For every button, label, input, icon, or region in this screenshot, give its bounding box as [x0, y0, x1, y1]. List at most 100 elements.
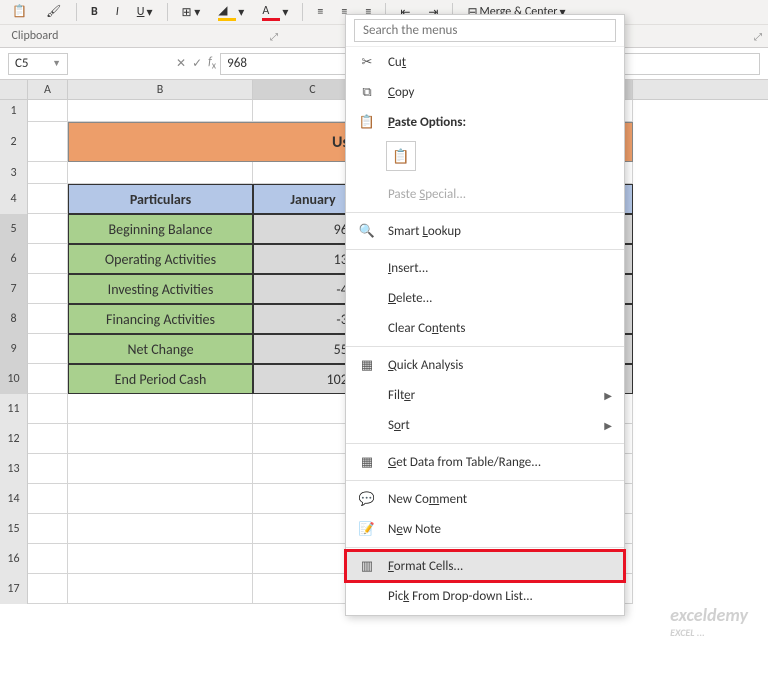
row-label[interactable]: Financing Activities: [68, 304, 253, 334]
blank-icon: [358, 386, 376, 404]
row-header[interactable]: 12: [0, 424, 28, 454]
format-painter-button[interactable]: 🖌: [42, 2, 66, 22]
cell[interactable]: [68, 394, 253, 424]
menu-label: New Comment: [388, 492, 612, 507]
fill-color-button[interactable]: ◢ ▾: [214, 1, 248, 23]
cell[interactable]: [68, 424, 253, 454]
row-header[interactable]: 8: [0, 304, 28, 334]
row-label[interactable]: Beginning Balance: [68, 214, 253, 244]
row-header[interactable]: 2: [0, 122, 28, 162]
italic-button[interactable]: I: [112, 3, 123, 21]
bucket-icon: ◢: [218, 3, 236, 21]
menu-separator: [346, 249, 624, 250]
cell[interactable]: [28, 162, 68, 184]
cell[interactable]: [28, 244, 68, 274]
menu-new-comment[interactable]: 💬 New Comment: [346, 484, 624, 514]
menu-cut[interactable]: ✂ Cut: [346, 47, 624, 77]
clipboard-launcher[interactable]: ⤢: [264, 30, 284, 43]
font-launcher[interactable]: ⤢: [748, 30, 768, 43]
select-all-corner[interactable]: [0, 80, 28, 100]
row-header[interactable]: 3: [0, 162, 28, 184]
row-header[interactable]: 13: [0, 454, 28, 484]
row-header[interactable]: 14: [0, 484, 28, 514]
cell[interactable]: [28, 122, 68, 162]
cell[interactable]: [28, 424, 68, 454]
cell[interactable]: [28, 184, 68, 214]
chevron-down-icon[interactable]: ▼: [52, 58, 61, 69]
cell[interactable]: [28, 484, 68, 514]
row-label[interactable]: Operating Activities: [68, 244, 253, 274]
quick-analysis-icon: ▦: [358, 356, 376, 374]
cell[interactable]: [28, 514, 68, 544]
menu-copy[interactable]: ⧉ Copy: [346, 77, 624, 107]
paste-button[interactable]: 📋: [8, 2, 32, 22]
menu-label: Smart Lookup: [388, 224, 612, 239]
row-header[interactable]: 1: [0, 100, 28, 122]
menu-label: Insert...: [388, 261, 612, 276]
header-particulars[interactable]: Particulars: [68, 184, 253, 214]
name-box[interactable]: C5 ▼: [8, 53, 68, 75]
cell[interactable]: [28, 544, 68, 574]
row-label[interactable]: End Period Cash: [68, 364, 253, 394]
align-top-button[interactable]: ≡: [313, 3, 327, 21]
cell[interactable]: [28, 454, 68, 484]
cell[interactable]: [28, 304, 68, 334]
menu-separator: [346, 443, 624, 444]
row-header[interactable]: 9: [0, 334, 28, 364]
cell[interactable]: [68, 454, 253, 484]
cell[interactable]: [68, 484, 253, 514]
menu-format-cells[interactable]: ▥ Format Cells...: [346, 551, 624, 581]
row-header[interactable]: 4: [0, 184, 28, 214]
cell[interactable]: [28, 394, 68, 424]
cell[interactable]: [68, 514, 253, 544]
col-header-B[interactable]: B: [68, 80, 253, 99]
chevron-right-icon: ▶: [604, 419, 612, 432]
menu-quick-analysis[interactable]: ▦ Quick Analysis: [346, 350, 624, 380]
menu-delete[interactable]: Delete...: [346, 283, 624, 313]
cell[interactable]: [68, 574, 253, 604]
menu-new-note[interactable]: 📝 New Note: [346, 514, 624, 544]
table-icon: ▦: [358, 453, 376, 471]
row-header[interactable]: 5: [0, 214, 28, 244]
menu-smart-lookup[interactable]: 🔍 Smart Lookup: [346, 216, 624, 246]
menu-clear-contents[interactable]: Clear Contents: [346, 313, 624, 343]
enter-formula-button[interactable]: ✓: [192, 56, 202, 71]
cell[interactable]: [68, 544, 253, 574]
cell[interactable]: [28, 214, 68, 244]
cell[interactable]: [68, 100, 253, 122]
bold-button[interactable]: B: [87, 3, 102, 21]
row-header[interactable]: 15: [0, 514, 28, 544]
separator: [76, 3, 77, 21]
row-label[interactable]: Net Change: [68, 334, 253, 364]
cell[interactable]: [28, 364, 68, 394]
fx-button[interactable]: fx: [208, 55, 216, 71]
cell[interactable]: [68, 162, 253, 184]
row-header[interactable]: 17: [0, 574, 28, 604]
cancel-formula-button[interactable]: ✕: [176, 56, 186, 71]
menu-filter[interactable]: Filter ▶: [346, 380, 624, 410]
row-label[interactable]: Investing Activities: [68, 274, 253, 304]
row-header[interactable]: 11: [0, 394, 28, 424]
cell[interactable]: [28, 574, 68, 604]
cell[interactable]: [28, 334, 68, 364]
cell[interactable]: [28, 100, 68, 122]
font-color-button[interactable]: A ▾: [258, 2, 292, 23]
menu-label: Get Data from Table/Range...: [388, 455, 612, 470]
menu-get-data[interactable]: ▦ Get Data from Table/Range...: [346, 447, 624, 477]
col-header-A[interactable]: A: [28, 80, 68, 99]
borders-button[interactable]: ⊞ ▾: [178, 3, 205, 22]
cell[interactable]: [28, 274, 68, 304]
row-header[interactable]: 6: [0, 244, 28, 274]
paste-option-button[interactable]: 📋: [386, 141, 416, 171]
note-icon: 📝: [358, 520, 376, 538]
row-header[interactable]: 7: [0, 274, 28, 304]
menu-pick-from-list[interactable]: Pick From Drop-down List...: [346, 581, 624, 611]
row-header[interactable]: 16: [0, 544, 28, 574]
menu-insert[interactable]: Insert...: [346, 253, 624, 283]
menu-label: New Note: [388, 522, 612, 537]
blank-icon: [358, 289, 376, 307]
underline-button[interactable]: U ▾: [133, 3, 157, 22]
row-header[interactable]: 10: [0, 364, 28, 394]
menu-search-input[interactable]: [354, 19, 616, 42]
menu-sort[interactable]: Sort ▶: [346, 410, 624, 440]
